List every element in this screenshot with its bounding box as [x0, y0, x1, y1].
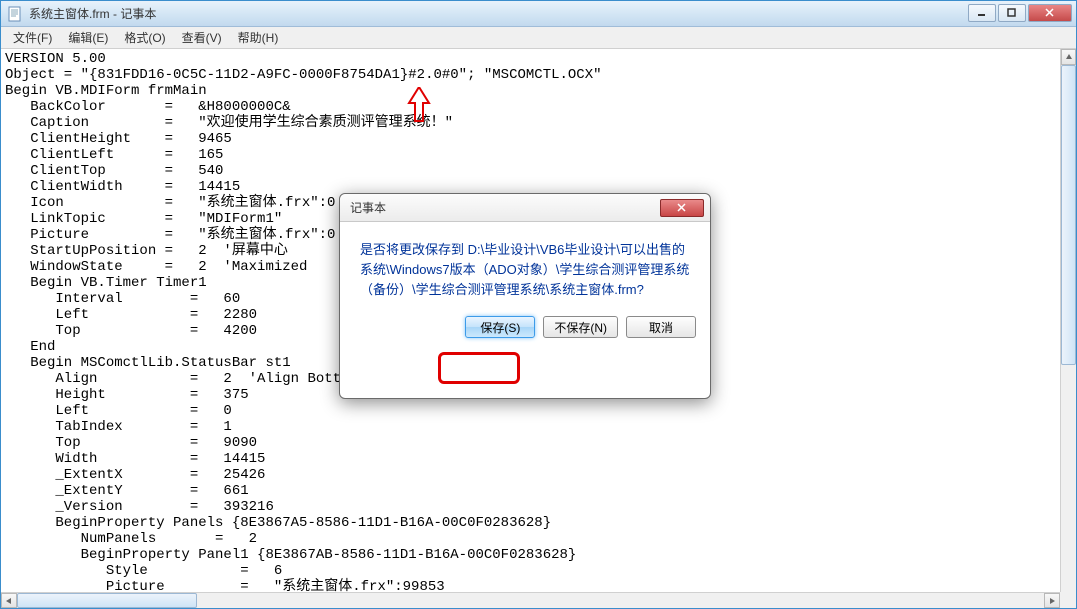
dialog-close-button[interactable]: [660, 199, 704, 217]
close-button[interactable]: [1028, 4, 1072, 22]
scroll-right-button[interactable]: [1044, 593, 1060, 608]
horizontal-scrollbar[interactable]: [1, 592, 1060, 608]
save-dialog: 记事本 是否将更改保存到 D:\毕业设计\VB6毕业设计\可以出售的系统\Win…: [339, 193, 711, 399]
scroll-corner: [1060, 592, 1076, 608]
dont-save-button[interactable]: 不保存(N): [543, 316, 618, 338]
scroll-thumb-v[interactable]: [1061, 65, 1076, 365]
dialog-title: 记事本: [350, 199, 386, 216]
title-bar: 系统主窗体.frm - 记事本: [1, 1, 1076, 27]
notepad-icon: [7, 6, 23, 22]
dialog-title-bar: 记事本: [340, 194, 710, 222]
menu-file[interactable]: 文件(F): [5, 26, 60, 49]
save-button[interactable]: 保存(S): [465, 316, 535, 338]
scroll-up-button[interactable]: [1061, 49, 1076, 65]
menu-view[interactable]: 查看(V): [174, 26, 230, 49]
vertical-scrollbar[interactable]: [1060, 49, 1076, 592]
menu-format[interactable]: 格式(O): [116, 26, 173, 49]
menu-help[interactable]: 帮助(H): [230, 26, 287, 49]
scroll-thumb-h[interactable]: [17, 593, 197, 608]
maximize-button[interactable]: [998, 4, 1026, 22]
dialog-message: 是否将更改保存到 D:\毕业设计\VB6毕业设计\可以出售的系统\Windows…: [360, 240, 690, 300]
scroll-left-button[interactable]: [1, 593, 17, 608]
window-title: 系统主窗体.frm - 记事本: [29, 5, 156, 22]
menu-bar: 文件(F) 编辑(E) 格式(O) 查看(V) 帮助(H): [1, 27, 1076, 49]
menu-edit[interactable]: 编辑(E): [60, 26, 116, 49]
cancel-button[interactable]: 取消: [626, 316, 696, 338]
minimize-button[interactable]: [968, 4, 996, 22]
main-window: 系统主窗体.frm - 记事本 文件(F) 编辑(E) 格式(O) 查看(V) …: [0, 0, 1077, 609]
